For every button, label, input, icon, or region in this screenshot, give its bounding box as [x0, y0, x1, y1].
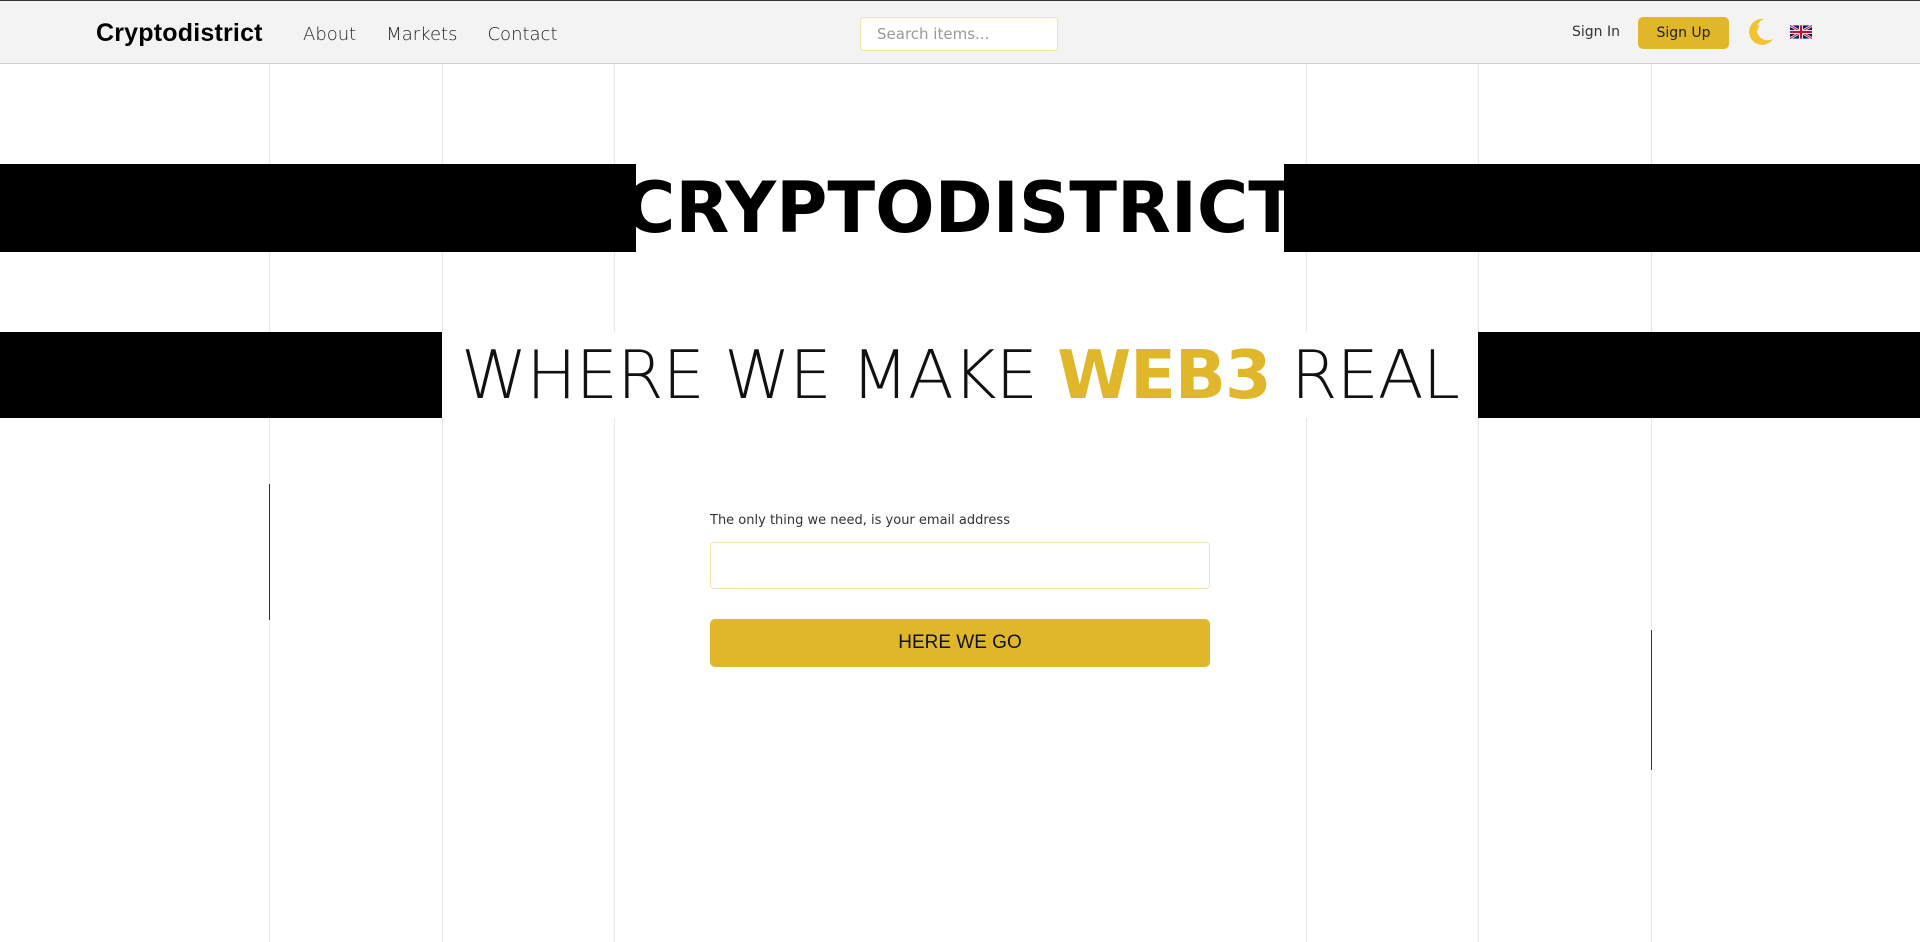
email-field[interactable]	[710, 542, 1210, 589]
hero-band-right-top	[1284, 164, 1920, 252]
uk-flag-icon[interactable]	[1789, 24, 1813, 40]
sign-up-button[interactable]: Sign Up	[1638, 17, 1729, 49]
moon-icon[interactable]	[1743, 15, 1777, 49]
hero-subtitle-accent: WEB3	[1057, 335, 1271, 414]
hero-band-left-bottom	[0, 332, 442, 418]
email-label: The only thing we need, is your email ad…	[710, 513, 1010, 528]
hero-subtitle: WHERE WE MAKE WEB3 REAL	[461, 341, 1460, 409]
landing-page: Cryptodistrict About Markets Contact Sig…	[0, 0, 1920, 942]
hero-subtitle-after: REAL	[1270, 335, 1460, 414]
brand-logo-link[interactable]: Cryptodistrict	[96, 19, 263, 48]
hero-title-box: CRYPTODISTRICT	[624, 164, 1296, 252]
nav-link-about[interactable]: About	[303, 24, 356, 45]
nav-link-contact[interactable]: Contact	[487, 24, 557, 45]
grid-line-accent	[269, 484, 270, 620]
hero-subtitle-box: WHERE WE MAKE WEB3 REAL	[442, 332, 1478, 418]
hero-band-left-top	[0, 164, 636, 252]
nav-links: About Markets Contact	[303, 24, 558, 45]
grid-line-accent	[1651, 630, 1652, 770]
nav-link-markets[interactable]: Markets	[386, 24, 457, 45]
navbar: Cryptodistrict About Markets Contact Sig…	[0, 0, 1920, 64]
search-input[interactable]	[860, 17, 1058, 51]
sign-in-button[interactable]: Sign In	[1572, 24, 1620, 40]
hero-subtitle-before: WHERE WE MAKE	[461, 335, 1058, 414]
hero-band-right-bottom	[1478, 332, 1920, 418]
here-we-go-button[interactable]: HERE WE GO	[710, 619, 1210, 667]
email-signup-form: The only thing we need, is your email ad…	[710, 513, 1210, 667]
hero-title: CRYPTODISTRICT	[623, 167, 1297, 249]
